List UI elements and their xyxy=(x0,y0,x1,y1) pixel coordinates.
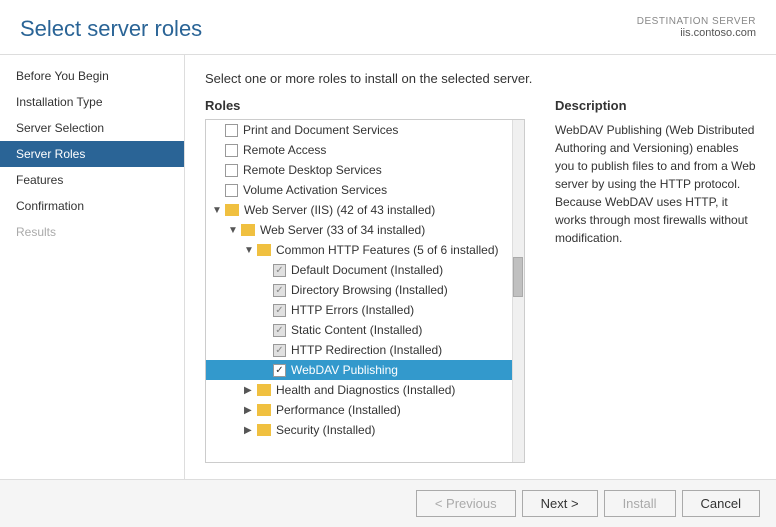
role-item-web-server[interactable]: ▼ Web Server (33 of 34 installed) xyxy=(206,220,524,240)
description-label: Description xyxy=(555,98,756,113)
role-item-dir-browsing[interactable]: Directory Browsing (Installed) xyxy=(206,280,524,300)
sidebar-item-installation-type[interactable]: Installation Type xyxy=(0,89,184,115)
role-label-health-diag: Health and Diagnostics (Installed) xyxy=(276,383,455,397)
main-area: Before You BeginInstallation TypeServer … xyxy=(0,55,776,479)
folder-icon-common-http xyxy=(257,244,271,256)
destination-server: DESTINATION SERVER iis.contoso.com xyxy=(637,16,756,39)
checkbox-default-doc[interactable] xyxy=(273,264,286,277)
install-button[interactable]: Install xyxy=(604,490,676,517)
roles-area: Roles Print and Document Services Remote … xyxy=(205,98,756,463)
checkbox-volume-activation[interactable] xyxy=(225,184,238,197)
folder-icon-health-diag xyxy=(257,384,271,396)
instruction-text: Select one or more roles to install on t… xyxy=(205,71,756,86)
role-label-static-content: Static Content (Installed) xyxy=(291,323,422,337)
folder-icon-web-server-iis xyxy=(225,204,239,216)
role-item-health-diag[interactable]: ▶ Health and Diagnostics (Installed) xyxy=(206,380,524,400)
role-label-volume-activation: Volume Activation Services xyxy=(243,183,387,197)
role-label-web-server: Web Server (33 of 34 installed) xyxy=(260,223,425,237)
role-item-volume-activation[interactable]: Volume Activation Services xyxy=(206,180,524,200)
role-item-http-redirection[interactable]: HTTP Redirection (Installed) xyxy=(206,340,524,360)
role-item-http-errors[interactable]: HTTP Errors (Installed) xyxy=(206,300,524,320)
footer: < Previous Next > Install Cancel xyxy=(0,479,776,527)
checkbox-dir-browsing[interactable] xyxy=(273,284,286,297)
role-label-webdav: WebDAV Publishing xyxy=(291,363,398,377)
scrollbar-thumb[interactable] xyxy=(513,257,523,297)
page-title: Select server roles xyxy=(20,16,202,42)
role-item-remote-desktop[interactable]: Remote Desktop Services xyxy=(206,160,524,180)
checkbox-remote-access[interactable] xyxy=(225,144,238,157)
role-label-remote-desktop: Remote Desktop Services xyxy=(243,163,382,177)
scrollbar[interactable] xyxy=(512,120,524,462)
role-item-security[interactable]: ▶ Security (Installed) xyxy=(206,420,524,440)
dest-server-name: iis.contoso.com xyxy=(637,27,756,39)
roles-label: Roles xyxy=(205,98,525,113)
expand-arrow-health-diag: ▶ xyxy=(244,385,254,396)
sidebar-item-results: Results xyxy=(0,219,184,245)
sidebar: Before You BeginInstallation TypeServer … xyxy=(0,55,185,479)
checkbox-static-content[interactable] xyxy=(273,324,286,337)
role-item-print[interactable]: Print and Document Services xyxy=(206,120,524,140)
checkbox-webdav[interactable] xyxy=(273,364,286,377)
roles-panel: Roles Print and Document Services Remote … xyxy=(205,98,525,463)
dest-server-label: DESTINATION SERVER xyxy=(637,16,756,27)
sidebar-item-before-you-begin[interactable]: Before You Begin xyxy=(0,63,184,89)
roles-list-inner: Print and Document Services Remote Access… xyxy=(206,120,524,440)
description-panel: Description WebDAV Publishing (Web Distr… xyxy=(545,98,756,463)
role-item-performance[interactable]: ▶ Performance (Installed) xyxy=(206,400,524,420)
header: Select server roles DESTINATION SERVER i… xyxy=(0,0,776,55)
content-area: Select one or more roles to install on t… xyxy=(185,55,776,479)
expand-arrow-performance: ▶ xyxy=(244,405,254,416)
role-label-security: Security (Installed) xyxy=(276,423,375,437)
role-label-print: Print and Document Services xyxy=(243,123,398,137)
role-item-static-content[interactable]: Static Content (Installed) xyxy=(206,320,524,340)
previous-button[interactable]: < Previous xyxy=(416,490,516,517)
role-label-default-doc: Default Document (Installed) xyxy=(291,263,443,277)
folder-icon-performance xyxy=(257,404,271,416)
role-item-remote-access[interactable]: Remote Access xyxy=(206,140,524,160)
folder-icon-security xyxy=(257,424,271,436)
expand-arrow-web-server-iis: ▼ xyxy=(212,205,222,216)
expand-arrow-common-http: ▼ xyxy=(244,245,254,256)
sidebar-item-server-selection[interactable]: Server Selection xyxy=(0,115,184,141)
sidebar-item-features[interactable]: Features xyxy=(0,167,184,193)
roles-list[interactable]: Print and Document Services Remote Access… xyxy=(205,119,525,463)
checkbox-http-errors[interactable] xyxy=(273,304,286,317)
role-label-http-redirection: HTTP Redirection (Installed) xyxy=(291,343,442,357)
folder-icon-web-server xyxy=(241,224,255,236)
role-label-http-errors: HTTP Errors (Installed) xyxy=(291,303,414,317)
role-item-default-doc[interactable]: Default Document (Installed) xyxy=(206,260,524,280)
role-item-common-http[interactable]: ▼ Common HTTP Features (5 of 6 installed) xyxy=(206,240,524,260)
role-label-dir-browsing: Directory Browsing (Installed) xyxy=(291,283,448,297)
expand-arrow-web-server: ▼ xyxy=(228,225,238,236)
checkbox-remote-desktop[interactable] xyxy=(225,164,238,177)
sidebar-item-server-roles[interactable]: Server Roles xyxy=(0,141,184,167)
role-label-common-http: Common HTTP Features (5 of 6 installed) xyxy=(276,243,499,257)
sidebar-item-confirmation[interactable]: Confirmation xyxy=(0,193,184,219)
next-button[interactable]: Next > xyxy=(522,490,598,517)
role-item-webdav[interactable]: WebDAV Publishing xyxy=(206,360,524,380)
checkbox-print[interactable] xyxy=(225,124,238,137)
checkbox-http-redirection[interactable] xyxy=(273,344,286,357)
expand-arrow-security: ▶ xyxy=(244,425,254,436)
role-label-web-server-iis: Web Server (IIS) (42 of 43 installed) xyxy=(244,203,435,217)
cancel-button[interactable]: Cancel xyxy=(682,490,760,517)
role-label-performance: Performance (Installed) xyxy=(276,403,401,417)
description-text: WebDAV Publishing (Web Distributed Autho… xyxy=(555,121,756,247)
role-item-web-server-iis[interactable]: ▼ Web Server (IIS) (42 of 43 installed) xyxy=(206,200,524,220)
role-label-remote-access: Remote Access xyxy=(243,143,326,157)
